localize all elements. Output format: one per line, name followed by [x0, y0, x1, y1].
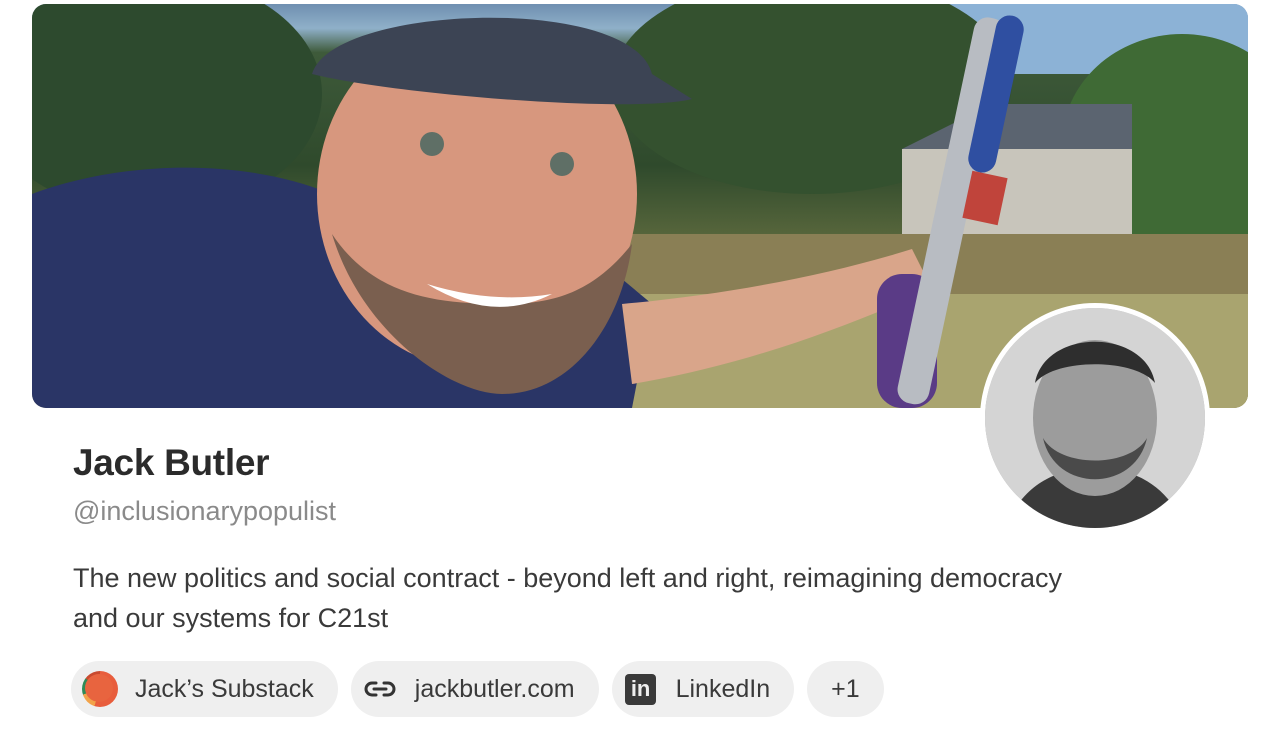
substack-link-chip[interactable]: Jack’s Substack [71, 661, 338, 717]
more-links-label: +1 [831, 674, 860, 703]
substack-link-label: Jack’s Substack [135, 674, 314, 703]
link-icon [361, 670, 399, 708]
profile-handle: @inclusionarypopulist [73, 496, 337, 526]
avatar-photo-illustration [985, 308, 1205, 528]
profile-name: Jack Butler [73, 442, 270, 483]
profile-bio: The new politics and social contract - b… [73, 563, 1063, 633]
avatar[interactable] [980, 303, 1210, 533]
linkedin-link-chip[interactable]: in LinkedIn [611, 661, 795, 717]
website-link-label: jackbutler.com [414, 674, 575, 703]
more-links-button[interactable]: +1 [807, 661, 884, 717]
substack-logo-icon [81, 670, 119, 708]
linkedin-icon: in [622, 670, 660, 708]
website-link-chip[interactable]: jackbutler.com [350, 661, 599, 717]
avatar-image [985, 308, 1205, 528]
linkedin-link-label: LinkedIn [675, 674, 771, 703]
profile-links: Jack’s Substack jackbutler.com in Linked… [71, 661, 884, 717]
